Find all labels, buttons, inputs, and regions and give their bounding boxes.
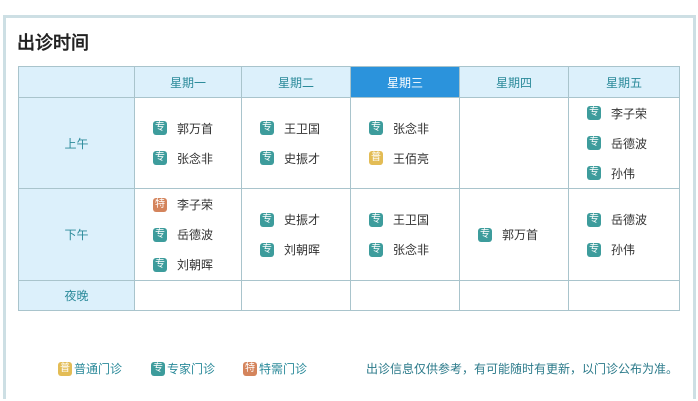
legend-label: 普通门诊: [74, 362, 123, 376]
legend-badge: 专: [151, 361, 165, 376]
schedule-cell: [350, 280, 460, 311]
doctor-name[interactable]: 王卫国: [393, 211, 429, 228]
day-header[interactable]: 星期四: [459, 66, 569, 98]
doctor-entry[interactable]: 普王佰亮: [351, 143, 459, 173]
doctor-name[interactable]: 孙伟: [611, 165, 635, 182]
legend-item: 专专家门诊: [151, 360, 215, 377]
doctor-name[interactable]: 岳德波: [611, 135, 647, 152]
doctor-name[interactable]: 史振才: [284, 150, 320, 167]
doctor-entry[interactable]: 专郭万首: [460, 220, 568, 250]
doctor-name[interactable]: 岳德波: [611, 211, 647, 228]
clinic-type-badge: 专: [153, 227, 167, 242]
disclaimer-note: 出诊信息仅供参考，有可能随时有更新，以门诊公布为准。: [366, 362, 679, 376]
doctor-entry[interactable]: 专郭万首: [135, 113, 241, 143]
doctor-name[interactable]: 刘朝晖: [177, 256, 213, 273]
clinic-type-badge: 专: [153, 121, 167, 135]
clinic-type-badge: 专: [260, 242, 274, 257]
schedule-cell: 专王卫国专史振才: [241, 97, 351, 189]
doctor-name[interactable]: 张念非: [177, 150, 213, 167]
schedule-cell: 专张念非普王佰亮: [350, 97, 460, 189]
doctor-name[interactable]: 岳德波: [177, 226, 213, 243]
day-header[interactable]: 星期一: [134, 66, 242, 98]
clinic-type-badge: 专: [369, 121, 383, 135]
day-header[interactable]: 星期三: [350, 66, 460, 98]
page-title: 出诊时间: [17, 33, 89, 54]
clinic-type-badge: 特: [153, 197, 167, 212]
clinic-type-badge: 专: [369, 212, 383, 227]
doctor-name[interactable]: 郭万首: [177, 120, 213, 137]
clinic-type-badge: 专: [478, 227, 492, 242]
schedule-cell: 特李子荣专岳德波专刘朝晖: [134, 188, 242, 281]
clinic-type-badge: 专: [153, 257, 167, 272]
clinic-type-badge: 专: [587, 106, 601, 120]
doctor-name[interactable]: 李子荣: [177, 196, 213, 213]
clinic-type-badge: 专: [153, 151, 167, 165]
doctor-entry[interactable]: 专史振才: [242, 143, 350, 173]
doctor-entry[interactable]: 专张念非: [351, 235, 459, 265]
period-label: 上午: [18, 97, 135, 189]
corner-cell: [18, 66, 135, 98]
schedule-cell: 专王卫国专张念非: [350, 188, 460, 281]
day-header[interactable]: 星期二: [241, 66, 351, 98]
doctor-entry[interactable]: 专岳德波: [569, 128, 679, 158]
legend-label: 专家门诊: [167, 362, 216, 376]
doctor-entry[interactable]: 专岳德波: [569, 205, 679, 235]
doctor-entry[interactable]: 专刘朝晖: [135, 250, 241, 280]
clinic-type-badge: 专: [260, 212, 274, 227]
clinic-type-badge: 普: [369, 151, 383, 165]
clinic-type-badge: 专: [587, 136, 601, 150]
doctor-name[interactable]: 张念非: [393, 120, 429, 137]
doctor-entry[interactable]: 专李子荣: [569, 98, 679, 128]
header-row: 星期一 星期二 星期三 星期四 星期五: [18, 66, 680, 98]
doctor-entry[interactable]: 专孙伟: [569, 235, 679, 265]
doctor-name[interactable]: 李子荣: [611, 105, 647, 122]
doctor-entry[interactable]: 专王卫国: [351, 205, 459, 235]
schedule-cell: [459, 280, 569, 311]
doctor-name[interactable]: 王卫国: [284, 120, 320, 137]
schedule-cell: [459, 97, 569, 189]
schedule-cell: 专岳德波专孙伟: [568, 188, 680, 281]
doctor-entry[interactable]: 专孙伟: [569, 158, 679, 188]
legend-badge: 普: [58, 361, 72, 376]
schedule-cell: 专史振才专刘朝晖: [241, 188, 351, 281]
doctor-entry[interactable]: 专张念非: [135, 143, 241, 173]
schedule-cell: 专郭万首: [459, 188, 569, 281]
period-row: 上午专郭万首专张念非专王卫国专史振才专张念非普王佰亮专李子荣专岳德波专孙伟: [18, 97, 680, 189]
clinic-type-badge: 专: [587, 166, 601, 180]
day-header[interactable]: 星期五: [568, 66, 680, 98]
schedule-table: 星期一 星期二 星期三 星期四 星期五 上午专郭万首专张念非专王卫国专史振才专张念非普王佰…: [18, 66, 680, 311]
schedule-cell: 专郭万首专张念非: [134, 97, 242, 189]
legend-item: 特特需门诊: [243, 360, 307, 377]
doctor-name[interactable]: 孙伟: [611, 241, 635, 258]
doctor-entry[interactable]: 专刘朝晖: [242, 235, 350, 265]
period-row: 下午特李子荣专岳德波专刘朝晖专史振才专刘朝晖专王卫国专张念非专郭万首专岳德波专孙…: [18, 188, 680, 281]
schedule-cell: [134, 280, 242, 311]
doctor-entry[interactable]: 专张念非: [351, 113, 459, 143]
doctor-name[interactable]: 张念非: [393, 241, 429, 258]
schedule-cell: 专李子荣专岳德波专孙伟: [568, 97, 680, 189]
doctor-name[interactable]: 刘朝晖: [284, 241, 320, 258]
doctor-name[interactable]: 王佰亮: [393, 150, 429, 167]
doctor-entry[interactable]: 专史振才: [242, 205, 350, 235]
schedule-cell: [568, 280, 680, 311]
doctor-entry[interactable]: 专岳德波: [135, 220, 241, 250]
clinic-type-badge: 专: [587, 242, 601, 257]
clinic-type-badge: 专: [587, 212, 601, 227]
legend-badge: 特: [243, 361, 257, 376]
doctor-entry[interactable]: 特李子荣: [135, 190, 241, 220]
legend-item: 普普通门诊: [58, 360, 122, 377]
period-row: 夜晚: [18, 280, 680, 311]
legend-label: 特需门诊: [259, 362, 308, 376]
period-label: 下午: [18, 188, 135, 281]
doctor-name[interactable]: 郭万首: [502, 226, 538, 243]
doctor-name[interactable]: 史振才: [284, 211, 320, 228]
period-label: 夜晚: [18, 280, 135, 311]
clinic-type-badge: 专: [260, 121, 274, 135]
clinic-type-badge: 专: [369, 242, 383, 257]
schedule-cell: [241, 280, 351, 311]
clinic-type-badge: 专: [260, 151, 274, 165]
doctor-entry[interactable]: 专王卫国: [242, 113, 350, 143]
